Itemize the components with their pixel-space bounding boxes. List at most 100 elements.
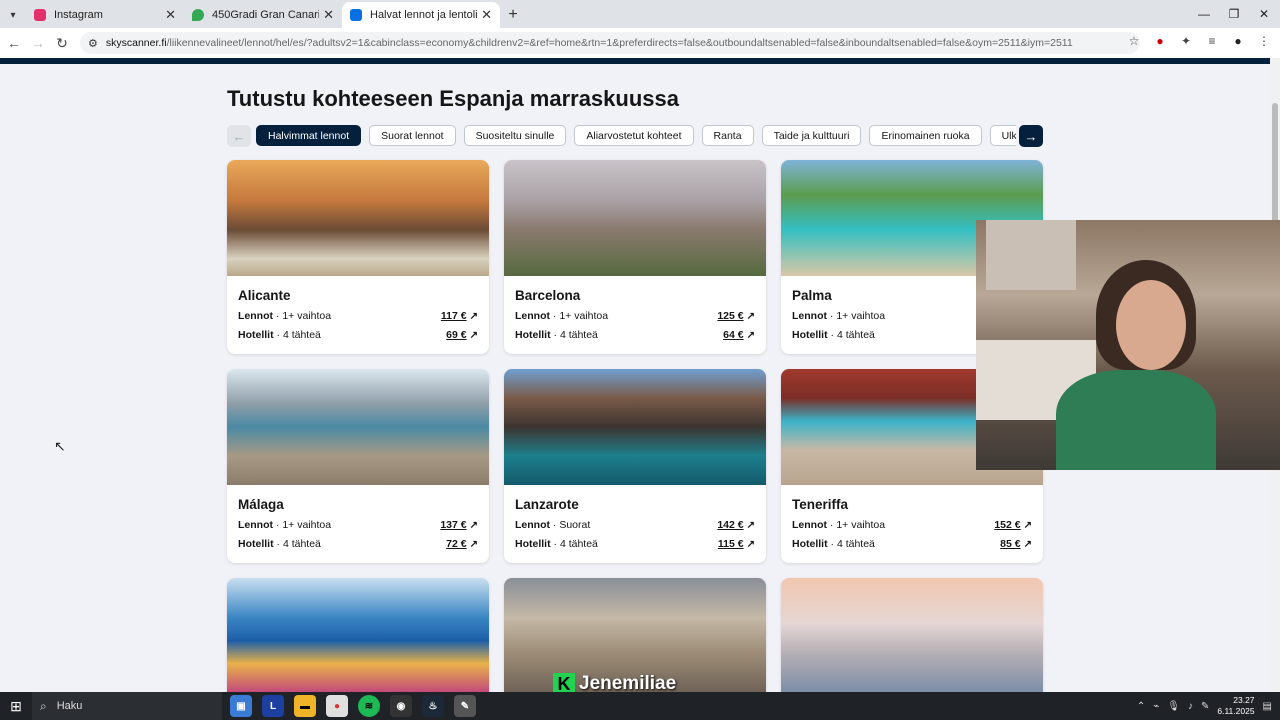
chip-outdoor[interactable]: Ulkoilmaseikkailut	[989, 125, 1016, 146]
destination-card-malaga[interactable]: Málaga Lennot · 1+ vaihtoa 137 € ↗ Hotelli…	[227, 369, 489, 563]
media-control-icon[interactable]: ≡	[1204, 33, 1220, 49]
tray-chevron-icon[interactable]: ⌃	[1137, 701, 1145, 712]
external-link-icon: ↗	[746, 311, 755, 322]
steam-icon[interactable]: ♨	[422, 695, 444, 717]
flight-price-link[interactable]: 152 € ↗	[994, 519, 1032, 531]
flights-detail: 1+ vaihtoa	[282, 310, 332, 322]
chip-recommended[interactable]: Suositeltu sinulle	[463, 125, 567, 146]
tab-search-icon[interactable]: ▾	[0, 2, 26, 28]
spotify-icon[interactable]: ≋	[358, 695, 380, 717]
external-link-icon: ↗	[1023, 539, 1032, 550]
search-label: Haku	[56, 700, 83, 712]
chip-art-culture[interactable]: Taide ja kulttuuri	[761, 125, 862, 146]
notifications-icon[interactable]: ▤	[1263, 701, 1272, 712]
external-link-icon: ↗	[746, 330, 755, 341]
clock-time: 23.27	[1233, 695, 1255, 705]
external-link-icon: ↗	[746, 539, 755, 550]
tab-instagram[interactable]: Instagram ✕	[26, 2, 184, 28]
chip-cheapest-flights[interactable]: Halvimmat lennot	[256, 125, 362, 146]
l-app-icon[interactable]: L	[262, 695, 284, 717]
menu-icon[interactable]: ⋮	[1256, 33, 1272, 49]
restore-icon[interactable]: ❐	[1218, 0, 1250, 28]
scroll-left-button[interactable]: ←	[227, 125, 251, 147]
chrome-icon[interactable]: ●	[326, 695, 348, 717]
network-icon[interactable]: ⌁	[1153, 701, 1159, 712]
flight-price-link[interactable]: 142 € ↗	[717, 519, 755, 531]
taskbar-search[interactable]: ⌕ Haku	[32, 692, 222, 720]
app-icon[interactable]: ✎	[454, 695, 476, 717]
forward-icon[interactable]: →	[26, 35, 50, 51]
chip-direct-flights[interactable]: Suorat lennot	[369, 125, 456, 146]
flights-label: Lennot	[238, 519, 273, 531]
city-name: Palma	[792, 288, 832, 303]
person-shirt	[1056, 370, 1216, 470]
url-field[interactable]: ⚙ skyscanner.fi/liikennevalineet/lennot/…	[80, 32, 1140, 54]
kitchen-cabinet	[986, 220, 1076, 290]
filter-chips: Halvimmat lennot Suorat lennot Suositelt…	[256, 125, 1016, 147]
webcam-overlay	[976, 220, 1280, 470]
volume-icon[interactable]: ♪	[1188, 701, 1193, 712]
hotel-price-link[interactable]: 72 € ↗	[446, 538, 478, 550]
flights-label: Lennot	[792, 519, 827, 531]
extensions-icon[interactable]: ✦	[1178, 33, 1194, 49]
destination-card[interactable]	[227, 578, 489, 692]
hotel-price-link[interactable]: 85 € ↗	[1000, 538, 1032, 550]
skyscanner-icon	[350, 9, 362, 21]
flight-price-link[interactable]: 137 € ↗	[440, 519, 478, 531]
pen-icon[interactable]: ✎	[1201, 701, 1209, 712]
tab-maps[interactable]: 450Gradi Gran Canaria :c Las P... ✕	[184, 2, 342, 28]
chip-underrated[interactable]: Aliarvostetut kohteet	[574, 125, 694, 146]
new-tab-button[interactable]: +	[500, 2, 526, 28]
minimize-icon[interactable]: —	[1188, 0, 1220, 28]
external-link-icon: ↗	[469, 311, 478, 322]
external-link-icon: ↗	[1023, 520, 1032, 531]
mic-icon[interactable]: 🎙	[1167, 701, 1180, 712]
task-view-icon[interactable]: ▣	[230, 695, 252, 717]
tab-skyscanner[interactable]: Halvat lennot ja lentoliput kaik... ✕	[342, 2, 500, 28]
search-icon: ⌕	[40, 698, 47, 713]
windows-start-icon[interactable]: ⊞	[0, 692, 32, 720]
destination-card-alicante[interactable]: Alicante Lennot · 1+ vaihtoa 117 € ↗ Hotel…	[227, 160, 489, 354]
hotels-label: Hotellit	[238, 538, 274, 550]
hotels-detail: 4 tähteä	[559, 329, 598, 341]
clock[interactable]: 23.27 6.11.2025	[1217, 695, 1254, 717]
hotels-detail: 4 tähteä	[282, 538, 321, 550]
close-icon[interactable]: ✕	[165, 7, 176, 23]
close-icon[interactable]: ✕	[323, 7, 334, 23]
file-explorer-icon[interactable]: ▬	[294, 695, 316, 717]
flights-detail: Suorat	[559, 519, 591, 531]
external-link-icon: ↗	[469, 539, 478, 550]
obs-icon[interactable]: ◉	[390, 695, 412, 717]
opera-extension-icon[interactable]: ●	[1152, 33, 1168, 49]
hotel-price-link[interactable]: 115 € ↗	[718, 538, 755, 550]
close-window-icon[interactable]: ✕	[1248, 0, 1280, 28]
destination-image	[504, 160, 766, 276]
hotels-detail: 4 tähteä	[836, 329, 875, 341]
flight-price-link[interactable]: 117 € ↗	[441, 310, 478, 322]
chip-beach[interactable]: Ranta	[701, 125, 754, 146]
close-icon[interactable]: ✕	[481, 7, 492, 23]
flights-detail: 1+ vaihtoa	[559, 310, 609, 322]
hotels-label: Hotellit	[792, 538, 828, 550]
scroll-right-button[interactable]: →	[1019, 125, 1043, 147]
hotel-price-link[interactable]: 69 € ↗	[446, 329, 478, 341]
hotels-detail: 4 tähteä	[559, 538, 598, 550]
clock-date: 6.11.2025	[1217, 706, 1255, 716]
chip-food[interactable]: Erinomainen ruoka	[869, 125, 982, 146]
destination-card[interactable]	[781, 578, 1043, 692]
flight-price-link[interactable]: 125 € ↗	[717, 310, 755, 322]
profile-avatar-icon[interactable]: ●	[1230, 33, 1246, 49]
destination-image	[781, 578, 1043, 692]
back-icon[interactable]: ←	[2, 35, 26, 51]
hotel-price-link[interactable]: 64 € ↗	[723, 329, 755, 341]
site-info-icon[interactable]: ⚙	[88, 37, 98, 50]
bookmark-star-icon[interactable]: ☆	[1126, 33, 1142, 49]
browser-tab-strip: ▾ Instagram ✕ 450Gradi Gran Canaria :c L…	[0, 0, 1280, 28]
city-name: Alicante	[238, 288, 291, 303]
flights-label: Lennot	[792, 310, 827, 322]
destination-card-lanzarote[interactable]: Lanzarote Lennot · Suorat 142 € ↗ Hotellit…	[504, 369, 766, 563]
hotels-label: Hotellit	[515, 538, 551, 550]
flights-label: Lennot	[238, 310, 273, 322]
reload-icon[interactable]: ↻	[50, 35, 74, 52]
destination-card-barcelona[interactable]: Barcelona Lennot · 1+ vaihtoa 125 € ↗ Hote…	[504, 160, 766, 354]
